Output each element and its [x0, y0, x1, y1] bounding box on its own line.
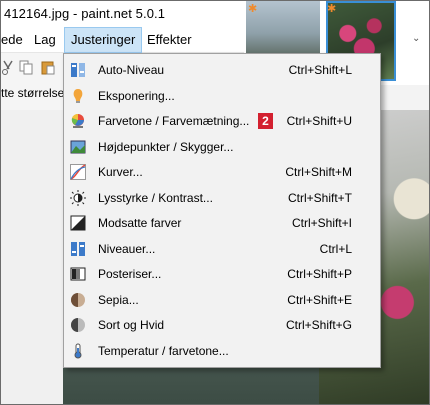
- menu-item-highlights-shadows[interactable]: Højdepunkter / Skygger...: [64, 135, 380, 161]
- menu-item-auto-level[interactable]: Auto-Niveau Ctrl+Shift+L: [64, 58, 380, 84]
- chevron-down-icon[interactable]: ⌄: [412, 33, 420, 44]
- temperature-icon: [74, 343, 82, 358]
- copy-icon[interactable]: [19, 60, 33, 75]
- menu-effects[interactable]: Effekter: [141, 27, 198, 53]
- menu-bar: ede Lag Justeringer Effekter: [1, 27, 244, 53]
- posterize-icon: [70, 267, 86, 281]
- menu-item-label: Auto-Niveau: [98, 63, 165, 77]
- brightness-contrast-icon: [70, 189, 86, 206]
- black-white-icon: [71, 318, 85, 332]
- cut-icon[interactable]: [1, 60, 15, 75]
- menu-adjustments[interactable]: Justeringer: [64, 27, 143, 53]
- menu-item-label: Eksponering...: [98, 88, 175, 103]
- menu-item-posterize[interactable]: Posteriser... Ctrl+Shift+P: [64, 262, 380, 288]
- menu-item-shortcut: Ctrl+Shift+E: [287, 292, 352, 307]
- menu-item-shortcut: Ctrl+L: [319, 241, 352, 256]
- paste-icon[interactable]: [41, 60, 55, 75]
- menu-item-shortcut: Ctrl+Shift+T: [287, 190, 352, 205]
- menu-item-label: Posteriser...: [98, 267, 162, 281]
- menu-item-shortcut: Ctrl+Shift+M: [285, 165, 352, 179]
- menu-item-shortcut: Ctrl+Shift+P: [287, 267, 352, 281]
- menu-item-shortcut: Ctrl+Shift+U: [286, 114, 352, 128]
- exposure-icon: [73, 88, 83, 103]
- menu-item-label: Kurver...: [98, 165, 143, 179]
- menu-item-label: Sepia...: [98, 292, 139, 307]
- menu-item-curves[interactable]: Kurver... Ctrl+Shift+M: [64, 160, 380, 186]
- menu-item-hue-saturation[interactable]: Farvetone / Farvemætning... 2 Ctrl+Shift…: [64, 109, 380, 135]
- menu-item-exposure[interactable]: Eksponering...: [64, 84, 380, 110]
- step-badge: 2: [258, 113, 273, 129]
- invert-colors-icon: [70, 215, 86, 231]
- menu-item-shortcut: Ctrl+Shift+L: [288, 63, 352, 77]
- curves-icon: [70, 164, 86, 180]
- menu-item-label: Lysstyrke / Kontrast...: [98, 190, 213, 205]
- highlights-shadows-icon: [70, 140, 86, 153]
- app-window: 412164.jpg - paint.net 5.0.1 ✱ ✱ ⌄ ede L…: [0, 0, 430, 405]
- modified-marker-icon: ✱: [248, 3, 258, 15]
- modified-marker-icon: ✱: [327, 3, 337, 15]
- menu-item-shortcut: Ctrl+Shift+I: [291, 216, 352, 230]
- menu-image[interactable]: ede: [1, 27, 29, 53]
- menu-item-label: Niveauer...: [98, 241, 156, 256]
- menu-item-black-white[interactable]: Sort og Hvid Ctrl+Shift+G: [64, 313, 380, 339]
- menu-item-invert-colors[interactable]: Modsatte farver Ctrl+Shift+I: [64, 211, 380, 237]
- menu-layers[interactable]: Lag: [28, 27, 62, 53]
- resize-label[interactable]: tte størrelse: [1, 86, 64, 100]
- menu-item-brightness-contrast[interactable]: Lysstyrke / Kontrast... Ctrl+Shift+T: [64, 186, 380, 212]
- levels-icon: [71, 241, 85, 256]
- menu-item-label: Temperatur / farvetone...: [98, 343, 229, 358]
- adjustments-menu: Auto-Niveau Ctrl+Shift+L Eksponering... …: [63, 53, 381, 368]
- menu-item-label: Farvetone / Farvemætning...: [98, 114, 250, 128]
- window-title: 412164.jpg - paint.net 5.0.1: [4, 6, 166, 21]
- canvas-margin: [1, 110, 63, 404]
- sepia-icon: [71, 292, 85, 307]
- auto-level-icon: [71, 63, 85, 77]
- menu-item-levels[interactable]: Niveauer... Ctrl+L: [64, 237, 380, 263]
- menu-item-label: Højdepunkter / Skygger...: [98, 139, 234, 154]
- menu-item-label: Sort og Hvid: [98, 318, 165, 332]
- menu-item-sepia[interactable]: Sepia... Ctrl+Shift+E: [64, 288, 380, 314]
- menu-item-label: Modsatte farver: [98, 216, 182, 230]
- hue-saturation-icon: [71, 113, 84, 128]
- menu-item-shortcut: Ctrl+Shift+G: [285, 318, 352, 332]
- menu-item-temperature[interactable]: Temperatur / farvetone...: [64, 339, 380, 365]
